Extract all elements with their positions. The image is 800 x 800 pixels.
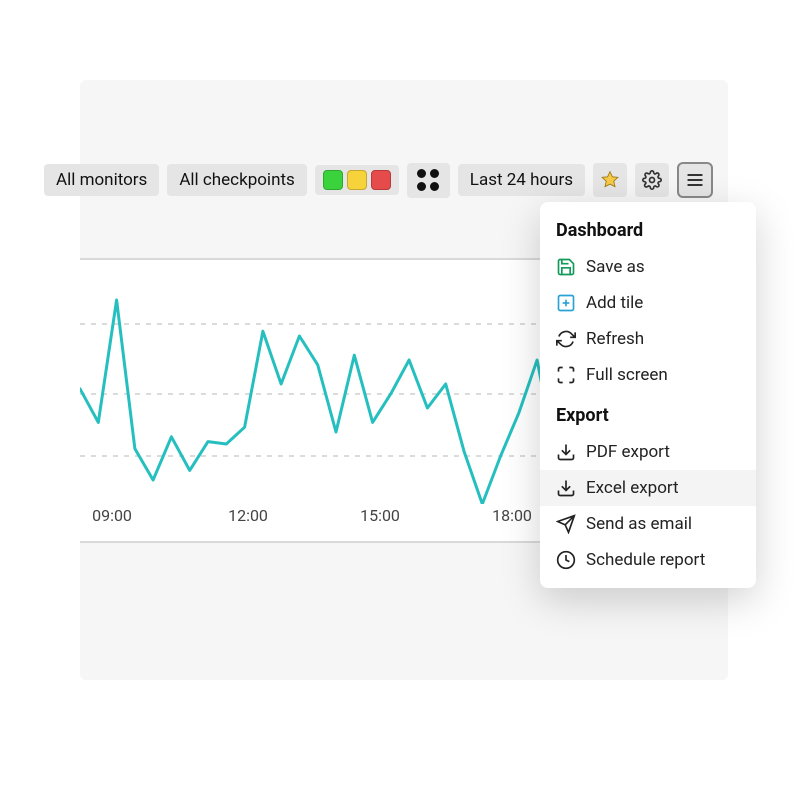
monitors-filter-label: All monitors [56, 170, 147, 190]
checkpoints-filter-label: All checkpoints [179, 170, 294, 190]
favorite-button[interactable] [593, 163, 627, 197]
x-tick: 18:00 [492, 506, 532, 525]
x-tick: 15:00 [360, 506, 400, 525]
timerange-label: Last 24 hours [470, 170, 573, 190]
add-tile-icon [556, 293, 576, 313]
menu-pdf-export-label: PDF export [586, 442, 670, 462]
menu-schedule-report-label: Schedule report [586, 550, 705, 570]
send-icon [556, 514, 576, 534]
menu-excel-export-label: Excel export [586, 478, 679, 498]
menu-fullscreen[interactable]: Full screen [540, 357, 756, 393]
hamburger-icon [685, 170, 705, 190]
checkpoints-filter[interactable]: All checkpoints [167, 164, 306, 196]
menu-save-as-label: Save as [586, 257, 645, 277]
menu-button[interactable] [677, 162, 713, 198]
dropdown-section-export: Export [540, 393, 756, 434]
status-red-icon [371, 170, 391, 190]
menu-refresh-label: Refresh [586, 329, 644, 349]
fullscreen-icon [556, 365, 576, 385]
timerange-filter[interactable]: Last 24 hours [458, 164, 585, 196]
grid-icon [417, 169, 440, 192]
menu-add-tile[interactable]: Add tile [540, 285, 756, 321]
download-icon [556, 442, 576, 462]
status-green-icon [323, 170, 343, 190]
dropdown-section-dashboard: Dashboard [540, 216, 756, 249]
menu-refresh[interactable]: Refresh [540, 321, 756, 357]
star-icon [600, 170, 620, 190]
monitors-filter[interactable]: All monitors [44, 164, 159, 196]
x-tick: 09:00 [92, 506, 132, 525]
settings-button[interactable] [635, 163, 669, 197]
clock-icon [556, 550, 576, 570]
menu-send-email-label: Send as email [586, 514, 692, 534]
gear-icon [642, 170, 662, 190]
menu-dropdown: Dashboard Save as Add tile Refresh Full … [540, 202, 756, 588]
menu-save-as[interactable]: Save as [540, 249, 756, 285]
menu-pdf-export[interactable]: PDF export [540, 434, 756, 470]
menu-add-tile-label: Add tile [586, 293, 643, 313]
menu-send-email[interactable]: Send as email [540, 506, 756, 542]
refresh-icon [556, 329, 576, 349]
menu-excel-export[interactable]: Excel export [540, 470, 756, 506]
menu-schedule-report[interactable]: Schedule report [540, 542, 756, 578]
toolbar: All monitors All checkpoints Last 24 hou… [44, 158, 766, 202]
menu-fullscreen-label: Full screen [586, 365, 668, 385]
grid-view-button[interactable] [407, 163, 450, 198]
x-tick: 12:00 [228, 506, 268, 525]
status-filter[interactable] [315, 165, 399, 195]
save-icon [556, 257, 576, 277]
download-icon [556, 478, 576, 498]
status-yellow-icon [347, 170, 367, 190]
